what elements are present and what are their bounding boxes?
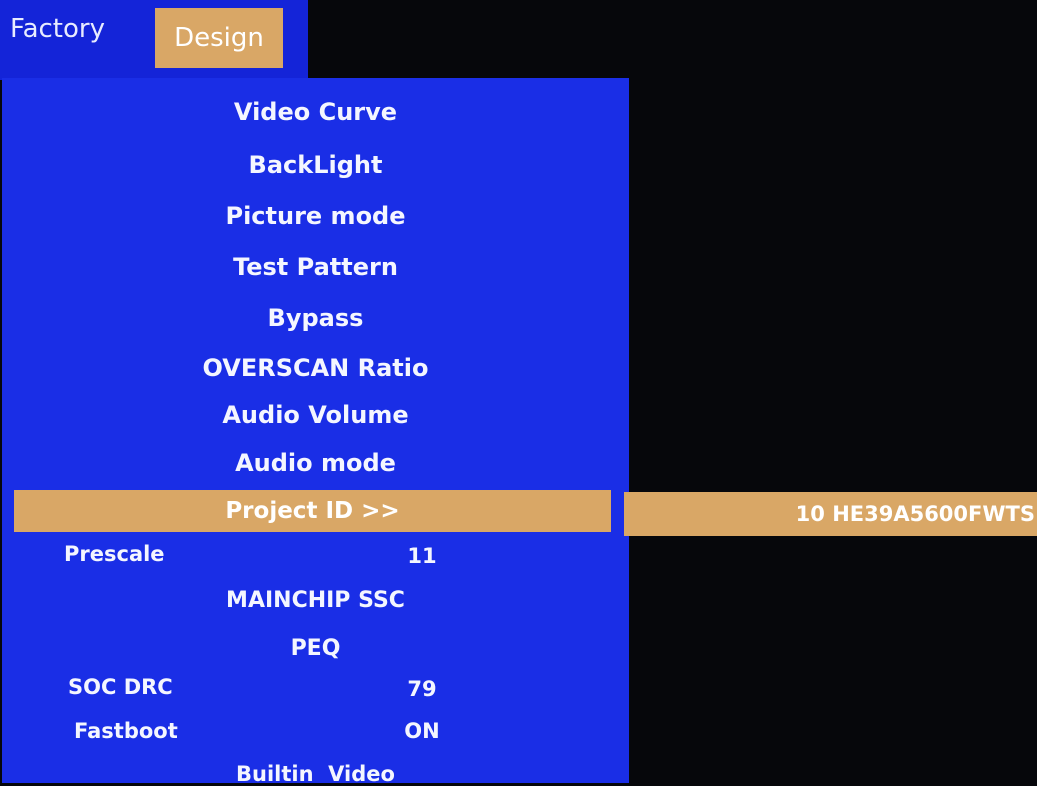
project-id-value-bar: 10 HE39A5600FWTS bbox=[624, 492, 1037, 536]
menu-item-backlight[interactable]: BackLight bbox=[2, 153, 629, 177]
tab-factory[interactable]: Factory bbox=[10, 16, 105, 42]
menu-item-overscan-ratio[interactable]: OVERSCAN Ratio bbox=[2, 356, 629, 380]
fastboot-value[interactable]: ON bbox=[382, 721, 462, 742]
menu-item-video-curve[interactable]: Video Curve bbox=[2, 100, 629, 124]
menu-item-builtin-video[interactable]: Builtin Video bbox=[2, 764, 629, 785]
menu-item-peq[interactable]: PEQ bbox=[2, 638, 629, 660]
menu-item-test-pattern[interactable]: Test Pattern bbox=[2, 255, 629, 279]
project-id-value: 10 HE39A5600FWTS bbox=[795, 502, 1035, 526]
tab-bar: Factory Design bbox=[0, 0, 308, 80]
menu-item-mainchip-ssc[interactable]: MAINCHIP SSC bbox=[2, 590, 629, 612]
menu-item-audio-mode[interactable]: Audio mode bbox=[2, 451, 629, 475]
prescale-label: Prescale bbox=[64, 542, 165, 566]
design-menu-panel: Video Curve BackLight Picture mode Test … bbox=[2, 78, 629, 785]
menu-item-picture-mode[interactable]: Picture mode bbox=[2, 204, 629, 228]
menu-item-audio-volume[interactable]: Audio Volume bbox=[2, 403, 629, 427]
soc-drc-label: SOC DRC bbox=[68, 675, 173, 699]
prescale-value[interactable]: 11 bbox=[382, 546, 462, 567]
menu-item-bypass[interactable]: Bypass bbox=[2, 306, 629, 330]
project-id-label: Project ID >> bbox=[225, 498, 400, 524]
menu-item-project-id-selected[interactable]: Project ID >> bbox=[14, 490, 611, 532]
tab-design[interactable]: Design bbox=[155, 8, 283, 68]
soc-drc-value[interactable]: 79 bbox=[382, 679, 462, 700]
fastboot-label: Fastboot bbox=[74, 719, 178, 743]
